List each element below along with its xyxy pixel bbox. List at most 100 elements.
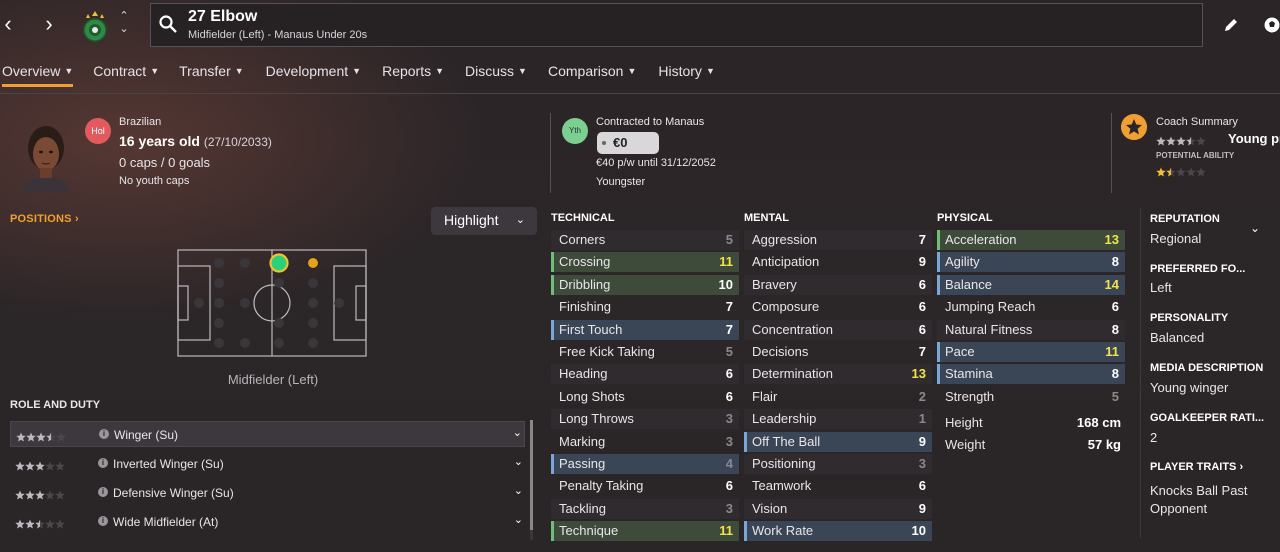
header-divider-2 [1111, 113, 1112, 193]
info-icon[interactable]: i [98, 487, 108, 497]
attribute-name: Crossing [559, 254, 611, 270]
coach-summary-text: Young pr [1228, 131, 1280, 146]
star-icon [56, 432, 66, 442]
star-icon [55, 519, 65, 529]
highlight-dropdown[interactable]: Highlight ⌄ [431, 207, 537, 235]
attribute-row[interactable]: Flair 2 [744, 387, 932, 407]
star-icon [1156, 136, 1166, 146]
role-label: Inverted Winger (Su) [113, 457, 224, 471]
football-icon[interactable] [1262, 14, 1280, 36]
attribute-row[interactable]: Pace 11 [937, 342, 1125, 362]
chevron-down-icon[interactable]: ⌄ [514, 513, 523, 526]
attribute-row[interactable]: Finishing 7 [551, 297, 739, 317]
info-icon[interactable]: i [98, 516, 108, 526]
player-traits-link[interactable]: PLAYER TRAITS › [1150, 461, 1243, 473]
tab-contract[interactable]: Contract ▼ [93, 58, 159, 90]
attribute-row[interactable]: Teamwork 6 [744, 476, 932, 496]
attribute-row[interactable]: Crossing 11 [551, 252, 739, 273]
attribute-row[interactable]: Marking 3 [551, 432, 739, 452]
info-icon[interactable]: i [99, 429, 109, 439]
attribute-row[interactable]: Corners 5 [551, 230, 739, 250]
attribute-value: 6 [918, 478, 926, 494]
chevron-down-icon[interactable]: ⌄ [514, 484, 523, 497]
role-row[interactable]: i Defensive Winger (Su) ⌄ [10, 480, 525, 506]
attribute-value: 5 [1111, 388, 1119, 404]
attribute-value: 9 [918, 254, 926, 270]
positions-link[interactable]: POSITIONS › [10, 213, 79, 225]
attribute-row[interactable]: Penalty Taking 6 [551, 476, 739, 496]
chevron-down-icon[interactable]: ⌄ [513, 426, 522, 439]
attribute-row[interactable]: Aggression 7 [744, 230, 932, 250]
forward-arrow-icon[interactable]: › [38, 10, 60, 38]
attribute-row[interactable]: Decisions 7 [744, 342, 932, 362]
attribute-row[interactable]: Work Rate 10 [744, 521, 932, 542]
attribute-row[interactable]: Jumping Reach 6 [937, 297, 1125, 317]
attribute-row[interactable]: Stamina 8 [937, 364, 1125, 385]
attribute-row[interactable]: Strength 5 [937, 387, 1125, 407]
attribute-row[interactable]: Long Throws 3 [551, 409, 739, 430]
attribute-row[interactable]: Agility 8 [937, 252, 1125, 273]
date-of-birth: (27/10/2033) [203, 135, 272, 149]
attribute-row[interactable]: Long Shots 6 [551, 387, 739, 407]
search-icon[interactable] [158, 14, 178, 34]
attribute-row[interactable]: Leadership 1 [744, 409, 932, 430]
role-stars [15, 488, 65, 503]
attribute-row[interactable]: Passing 4 [551, 454, 739, 474]
star-icon [1186, 167, 1196, 177]
info-icon[interactable]: i [98, 458, 108, 468]
attribute-row[interactable]: Bravery 6 [744, 274, 932, 295]
attribute-row[interactable]: Technique 11 [551, 521, 739, 542]
tab-divider [0, 93, 1280, 94]
attribute-row[interactable]: Natural Fitness 8 [937, 319, 1125, 340]
attribute-row[interactable]: Acceleration 13 [937, 230, 1125, 250]
tab-history[interactable]: History ▼ [658, 58, 714, 90]
attribute-value: 5 [725, 344, 733, 359]
attribute-value: 3 [918, 456, 926, 471]
attribute-row[interactable]: Anticipation 9 [744, 252, 932, 272]
role-scrollbar-thumb[interactable] [530, 420, 533, 530]
tab-transfer[interactable]: Transfer ▼ [179, 58, 244, 90]
role-row[interactable]: i Winger (Su) ⌄ [10, 421, 525, 447]
tab-reports[interactable]: Reports ▼ [382, 58, 444, 90]
tab-overview[interactable]: Overview ▼ [2, 58, 74, 90]
attribute-row[interactable]: Heading 6 [551, 364, 739, 385]
attribute-row[interactable]: Balance 14 [937, 274, 1125, 295]
club-badge-icon[interactable] [82, 10, 108, 42]
player-cycle-arrows[interactable]: ⌃ ⌄ [116, 10, 132, 40]
attribute-row[interactable]: Concentration 6 [744, 319, 932, 340]
attribute-row[interactable]: First Touch 7 [551, 319, 739, 340]
mental-title: MENTAL [744, 212, 790, 224]
star-icon [55, 461, 65, 471]
attribute-row[interactable]: Positioning 3 [744, 454, 932, 474]
attribute-row[interactable]: Composure 6 [744, 297, 932, 317]
reputation-expand-icon[interactable]: ⌄ [1250, 221, 1260, 235]
attribute-name: Natural Fitness [945, 321, 1033, 337]
player-trait-line-2: Opponent [1150, 501, 1208, 516]
preferred-foot-value: Left [1150, 280, 1172, 295]
chevron-down-icon[interactable]: ⌄ [514, 455, 523, 468]
tab-discuss[interactable]: Discuss ▼ [465, 58, 527, 90]
attribute-name: Vision [752, 500, 788, 516]
attribute-row[interactable]: Tackling 3 [551, 498, 739, 519]
tab-comparison[interactable]: Comparison ▼ [548, 58, 636, 90]
attribute-row[interactable]: Vision 9 [744, 498, 932, 519]
attribute-name: Jumping Reach [945, 299, 1036, 315]
star-icon [1186, 136, 1196, 146]
role-stars [16, 430, 66, 445]
role-row[interactable]: i Wide Midfielder (At) ⌄ [10, 509, 525, 535]
attribute-row[interactable]: Off The Ball 9 [744, 431, 932, 452]
star-icon [35, 461, 45, 471]
height-label: Height [945, 415, 983, 430]
attribute-row[interactable]: Dribbling 10 [551, 274, 739, 295]
attribute-value: 11 [719, 523, 733, 539]
star-icon [55, 490, 65, 500]
tab-development[interactable]: Development ▼ [266, 58, 361, 90]
back-arrow-icon[interactable]: ‹ [0, 10, 19, 38]
edit-pencil-icon[interactable] [1222, 16, 1240, 34]
star-icon [45, 490, 55, 500]
transfer-value[interactable]: €0 [597, 132, 659, 154]
role-row[interactable]: i Inverted Winger (Su) ⌄ [10, 451, 525, 477]
attribute-row[interactable]: Free Kick Taking 5 [551, 342, 739, 362]
attribute-name: Composure [752, 299, 820, 315]
attribute-row[interactable]: Determination 13 [744, 364, 932, 385]
